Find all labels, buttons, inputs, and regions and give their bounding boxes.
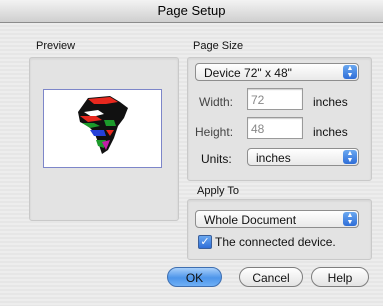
cancel-button[interactable]: Cancel bbox=[239, 267, 303, 287]
ok-button[interactable]: OK bbox=[167, 267, 222, 287]
height-field[interactable]: 48 bbox=[247, 117, 303, 139]
units-popup[interactable]: inches ▲ ▼ bbox=[247, 148, 359, 166]
device-popup[interactable]: Device 72" x 48" ▲ ▼ bbox=[195, 63, 359, 81]
width-unit: inches bbox=[313, 95, 348, 109]
apply-to-panel bbox=[187, 199, 372, 260]
device-popup-value: Device 72" x 48" bbox=[204, 66, 292, 80]
apply-to-label: Apply To bbox=[197, 185, 239, 197]
updown-arrows-icon: ▲ ▼ bbox=[343, 65, 357, 79]
preview-page bbox=[43, 89, 162, 168]
apply-to-popup-value: Whole Document bbox=[204, 213, 297, 227]
units-label: Units: bbox=[201, 152, 232, 166]
connected-device-label: The connected device. bbox=[215, 235, 336, 249]
height-label: Height: bbox=[195, 125, 234, 139]
connected-device-checkbox[interactable]: ✓ bbox=[198, 235, 212, 249]
units-popup-value: inches bbox=[256, 151, 291, 165]
updown-arrows-icon: ▲ ▼ bbox=[343, 150, 357, 164]
apply-to-popup[interactable]: Whole Document ▲ ▼ bbox=[195, 210, 359, 228]
updown-arrows-icon: ▲ ▼ bbox=[343, 212, 357, 226]
width-label: Width: bbox=[199, 95, 234, 109]
height-unit: inches bbox=[313, 125, 348, 139]
window-title: Page Setup bbox=[0, 0, 383, 23]
checkmark-icon: ✓ bbox=[200, 236, 210, 248]
page-size-label: Page Size bbox=[193, 40, 244, 52]
help-button[interactable]: Help bbox=[311, 267, 369, 287]
preview-label: Preview bbox=[36, 40, 76, 52]
width-field[interactable]: 72 bbox=[247, 88, 303, 110]
africa-map-icon bbox=[78, 96, 128, 154]
